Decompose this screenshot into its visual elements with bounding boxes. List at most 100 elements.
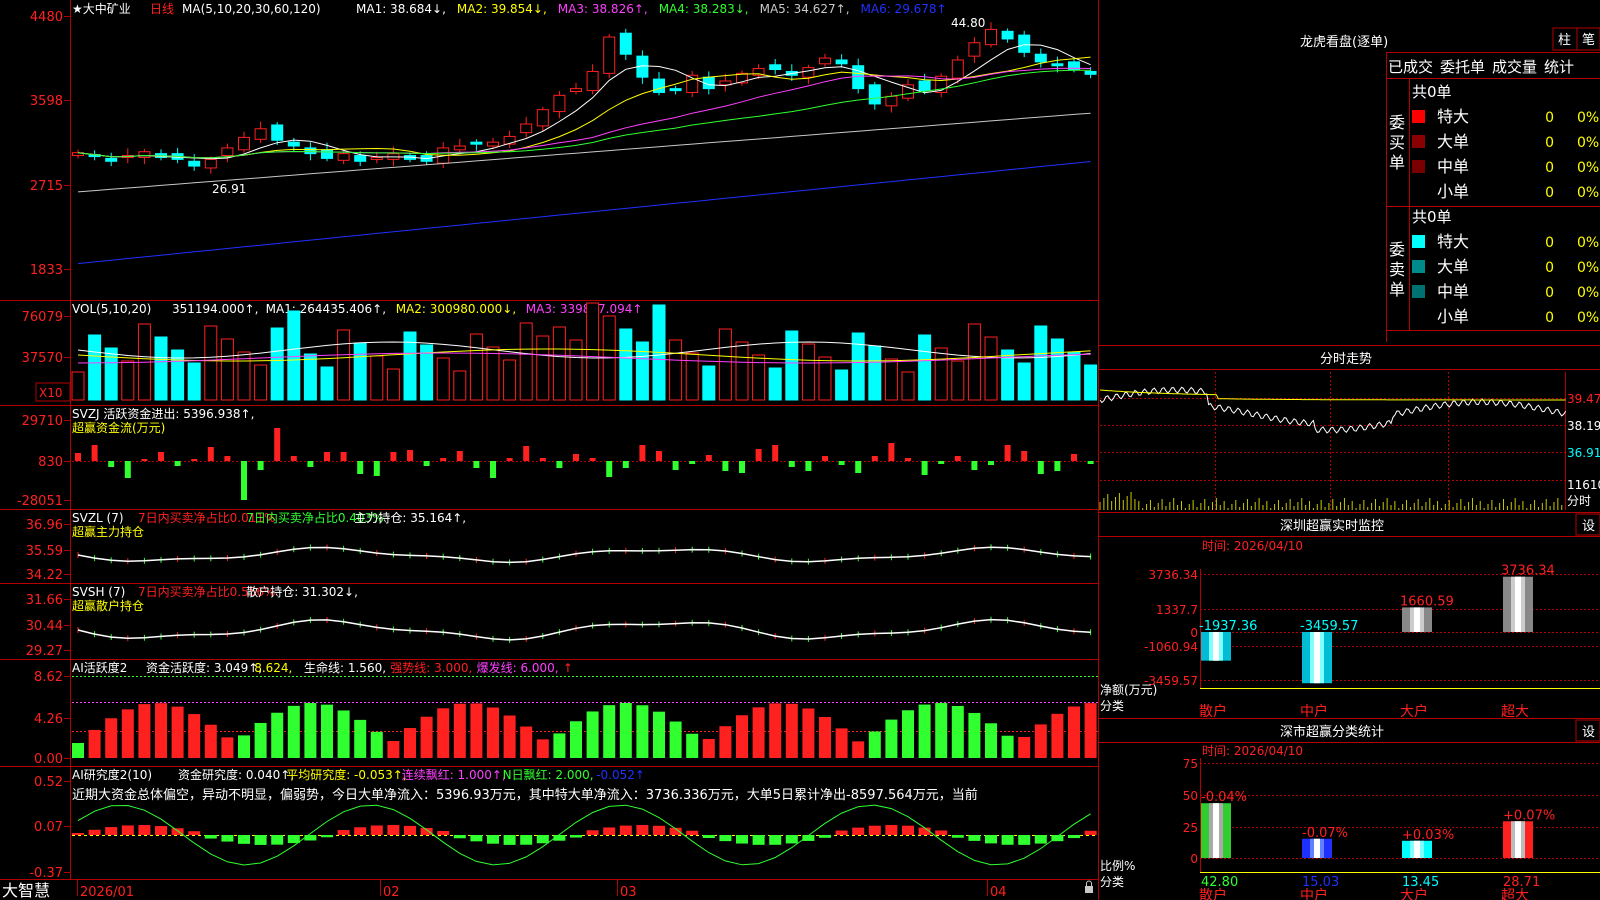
y-tick-label: 3598 [30,94,63,109]
candle-body [985,28,997,46]
volume-bar [220,338,234,401]
ai-bar [354,719,367,758]
ma6-line [77,161,1091,265]
candle-body [470,141,483,145]
candle-body [951,59,964,79]
ai2-bar [271,835,284,845]
ai-bar [321,704,333,758]
ai-bar [138,704,151,758]
y-tick-label: 2715 [30,179,63,194]
volume-bar [337,329,351,401]
ai2-bar [885,825,898,835]
y-tick-label: 0.00 [34,752,63,767]
legend-item: 生命线: 1.560, [304,660,386,675]
volume-bar [635,341,649,401]
svzj-bar [705,455,712,461]
ai-bar [852,741,865,758]
volume-bar [519,322,533,401]
ai-bar [653,711,665,758]
candle-body [138,151,151,158]
svzj-bar [838,461,845,465]
svzj-bar [722,461,729,471]
ai-bar [453,703,466,758]
svzj-bar [672,461,679,470]
volume-bar [287,310,301,401]
x-date-label: 04 [990,885,1007,900]
ai-bar [935,703,948,758]
y-tick-label: 0.52 [34,775,63,790]
volume-bar [718,328,732,401]
legend-item: 8.624, [254,661,292,675]
ai2-bar [404,825,416,835]
ai2-bar [503,835,516,845]
svzj-bar [91,445,98,461]
ai2-bar [951,835,964,838]
ai-bar [985,723,997,758]
ai2-bar [1001,835,1014,845]
legend-item: 351194.000↑, [172,302,258,316]
svzj-bar [523,446,530,461]
volume-bar [71,371,85,401]
svzj-bar [905,458,911,461]
volume-bar [818,356,832,401]
legend-item: 平均研究度: -0.053↑, [286,767,406,782]
ai-bar [769,703,782,758]
volume-bars [71,302,1098,401]
svzj-bar [573,454,579,461]
svzj-bar [888,443,895,461]
legend-item: 连续飘红: 1.000↑, [402,767,506,782]
candle-body [1084,70,1097,75]
candle-body [918,80,931,92]
candle-body [487,141,499,147]
ai-bar [835,728,848,758]
svzj-bar [290,456,297,461]
svzj-bar [324,452,330,461]
candle-body [1034,53,1047,63]
period-label[interactable]: 日线 [150,2,174,16]
svzj-bar [207,447,214,461]
legend-item: ↑ [563,661,573,675]
legend-item: 强势线: 3.000, [390,661,472,675]
ma1-line [77,44,1091,160]
svzj-bar [241,461,247,500]
volume-bar [752,354,766,401]
ai2-bar [536,835,549,844]
volume-bar [884,358,898,401]
ai-bar [570,721,582,758]
ai-bar [1084,703,1097,758]
ai-bar [968,712,981,758]
candle-body [337,153,350,161]
ai-bar [802,708,815,758]
svzj-bar [938,461,945,464]
main-chart-area[interactable]: ★大中矿业 日线 MA(5,10,20,30,60,120) MA1: 38.6… [0,0,1600,900]
y-tick-label: 0.07 [34,820,63,835]
svzj-bar [340,452,347,461]
ai-bar [171,706,184,758]
candle-body [1018,34,1031,53]
ai-bar [1068,706,1080,758]
ai-bar [586,711,599,758]
ai-bar [72,743,84,758]
ai-bar [603,705,616,758]
legend-item: MA4: 38.283↓, [659,2,749,16]
ai-bar [819,716,831,758]
vol-title: VOL(5,10,20) [72,302,151,316]
ai2-bar [570,835,582,838]
ai2-bar [785,835,798,844]
svzj-title: SVZJ 活跃资金进出: 5396.938↑, [72,406,254,421]
candle-body [188,160,201,167]
volume-bar [835,369,849,401]
candle-body [885,95,898,107]
volume-bar [967,323,981,401]
y-tick-label: -0.37 [29,866,63,881]
svsh-legend: 7日内买卖净占比0.556%散户持仓: 31.302↓, [138,584,358,599]
y-tick-label: -28051 [17,494,63,509]
candle-body [536,109,549,127]
svzj-bar [191,459,198,461]
ai-bar [736,715,748,758]
ai2-bar [105,827,118,835]
svzj-bar [75,453,81,461]
ai2-comment: 近期大资金总体偏空，异动不明显，偏弱势，今日大单净流入：5396.93万元，其中… [72,787,978,803]
volume-bar [88,334,102,401]
lock-icon[interactable] [1085,880,1093,893]
